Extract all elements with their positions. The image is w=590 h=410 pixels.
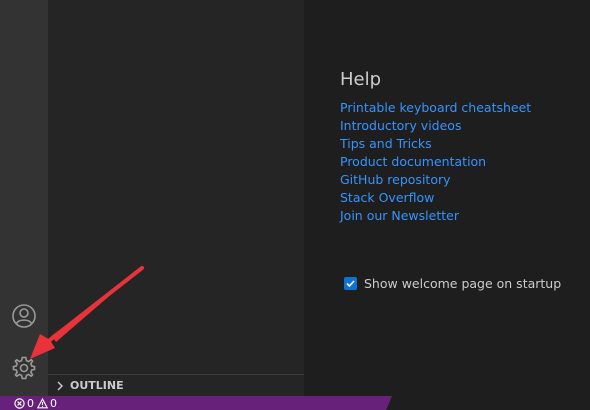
outline-label: OUTLINE — [70, 379, 124, 392]
list-item: Tips and Tricks — [340, 135, 531, 153]
help-link-list: Printable keyboard cheatsheet Introducto… — [340, 99, 531, 225]
list-item: Product documentation — [340, 153, 531, 171]
help-link-keyboard-cheatsheet[interactable]: Printable keyboard cheatsheet — [340, 100, 531, 115]
help-link-tips-and-tricks[interactable]: Tips and Tricks — [340, 136, 432, 151]
problems-indicator[interactable]: 0 0 — [14, 396, 60, 410]
list-item: GitHub repository — [340, 171, 531, 189]
vscode-window: OUTLINE Help Printable keyboard cheatshe… — [0, 0, 590, 410]
help-link-product-documentation[interactable]: Product documentation — [340, 154, 486, 169]
help-link-introductory-videos[interactable]: Introductory videos — [340, 118, 461, 133]
error-count: 0 — [27, 396, 34, 410]
show-on-startup-checkbox[interactable] — [344, 277, 357, 290]
show-on-startup-row: Show welcome page on startup — [344, 276, 561, 291]
show-on-startup-label: Show welcome page on startup — [364, 276, 562, 291]
account-icon[interactable] — [8, 300, 40, 332]
sidebar: OUTLINE — [48, 0, 304, 396]
help-link-stack-overflow[interactable]: Stack Overflow — [340, 190, 434, 205]
help-link-github-repository[interactable]: GitHub repository — [340, 172, 451, 187]
chevron-right-icon — [54, 381, 66, 391]
list-item: Printable keyboard cheatsheet — [340, 99, 531, 117]
list-item: Join our Newsletter — [340, 207, 531, 225]
outline-section-header[interactable]: OUTLINE — [48, 374, 304, 396]
list-item: Introductory videos — [340, 117, 531, 135]
gear-icon[interactable] — [8, 352, 40, 384]
welcome-editor: Help Printable keyboard cheatsheet Intro… — [304, 0, 590, 396]
error-icon — [14, 397, 25, 409]
help-link-newsletter[interactable]: Join our Newsletter — [340, 208, 459, 223]
help-title: Help — [340, 69, 382, 90]
warning-count: 0 — [50, 396, 57, 410]
checkmark-icon — [346, 280, 355, 288]
activity-bar — [0, 0, 48, 396]
warning-icon — [37, 397, 48, 408]
list-item: Stack Overflow — [340, 189, 531, 207]
status-bar: 0 0 — [0, 396, 590, 410]
